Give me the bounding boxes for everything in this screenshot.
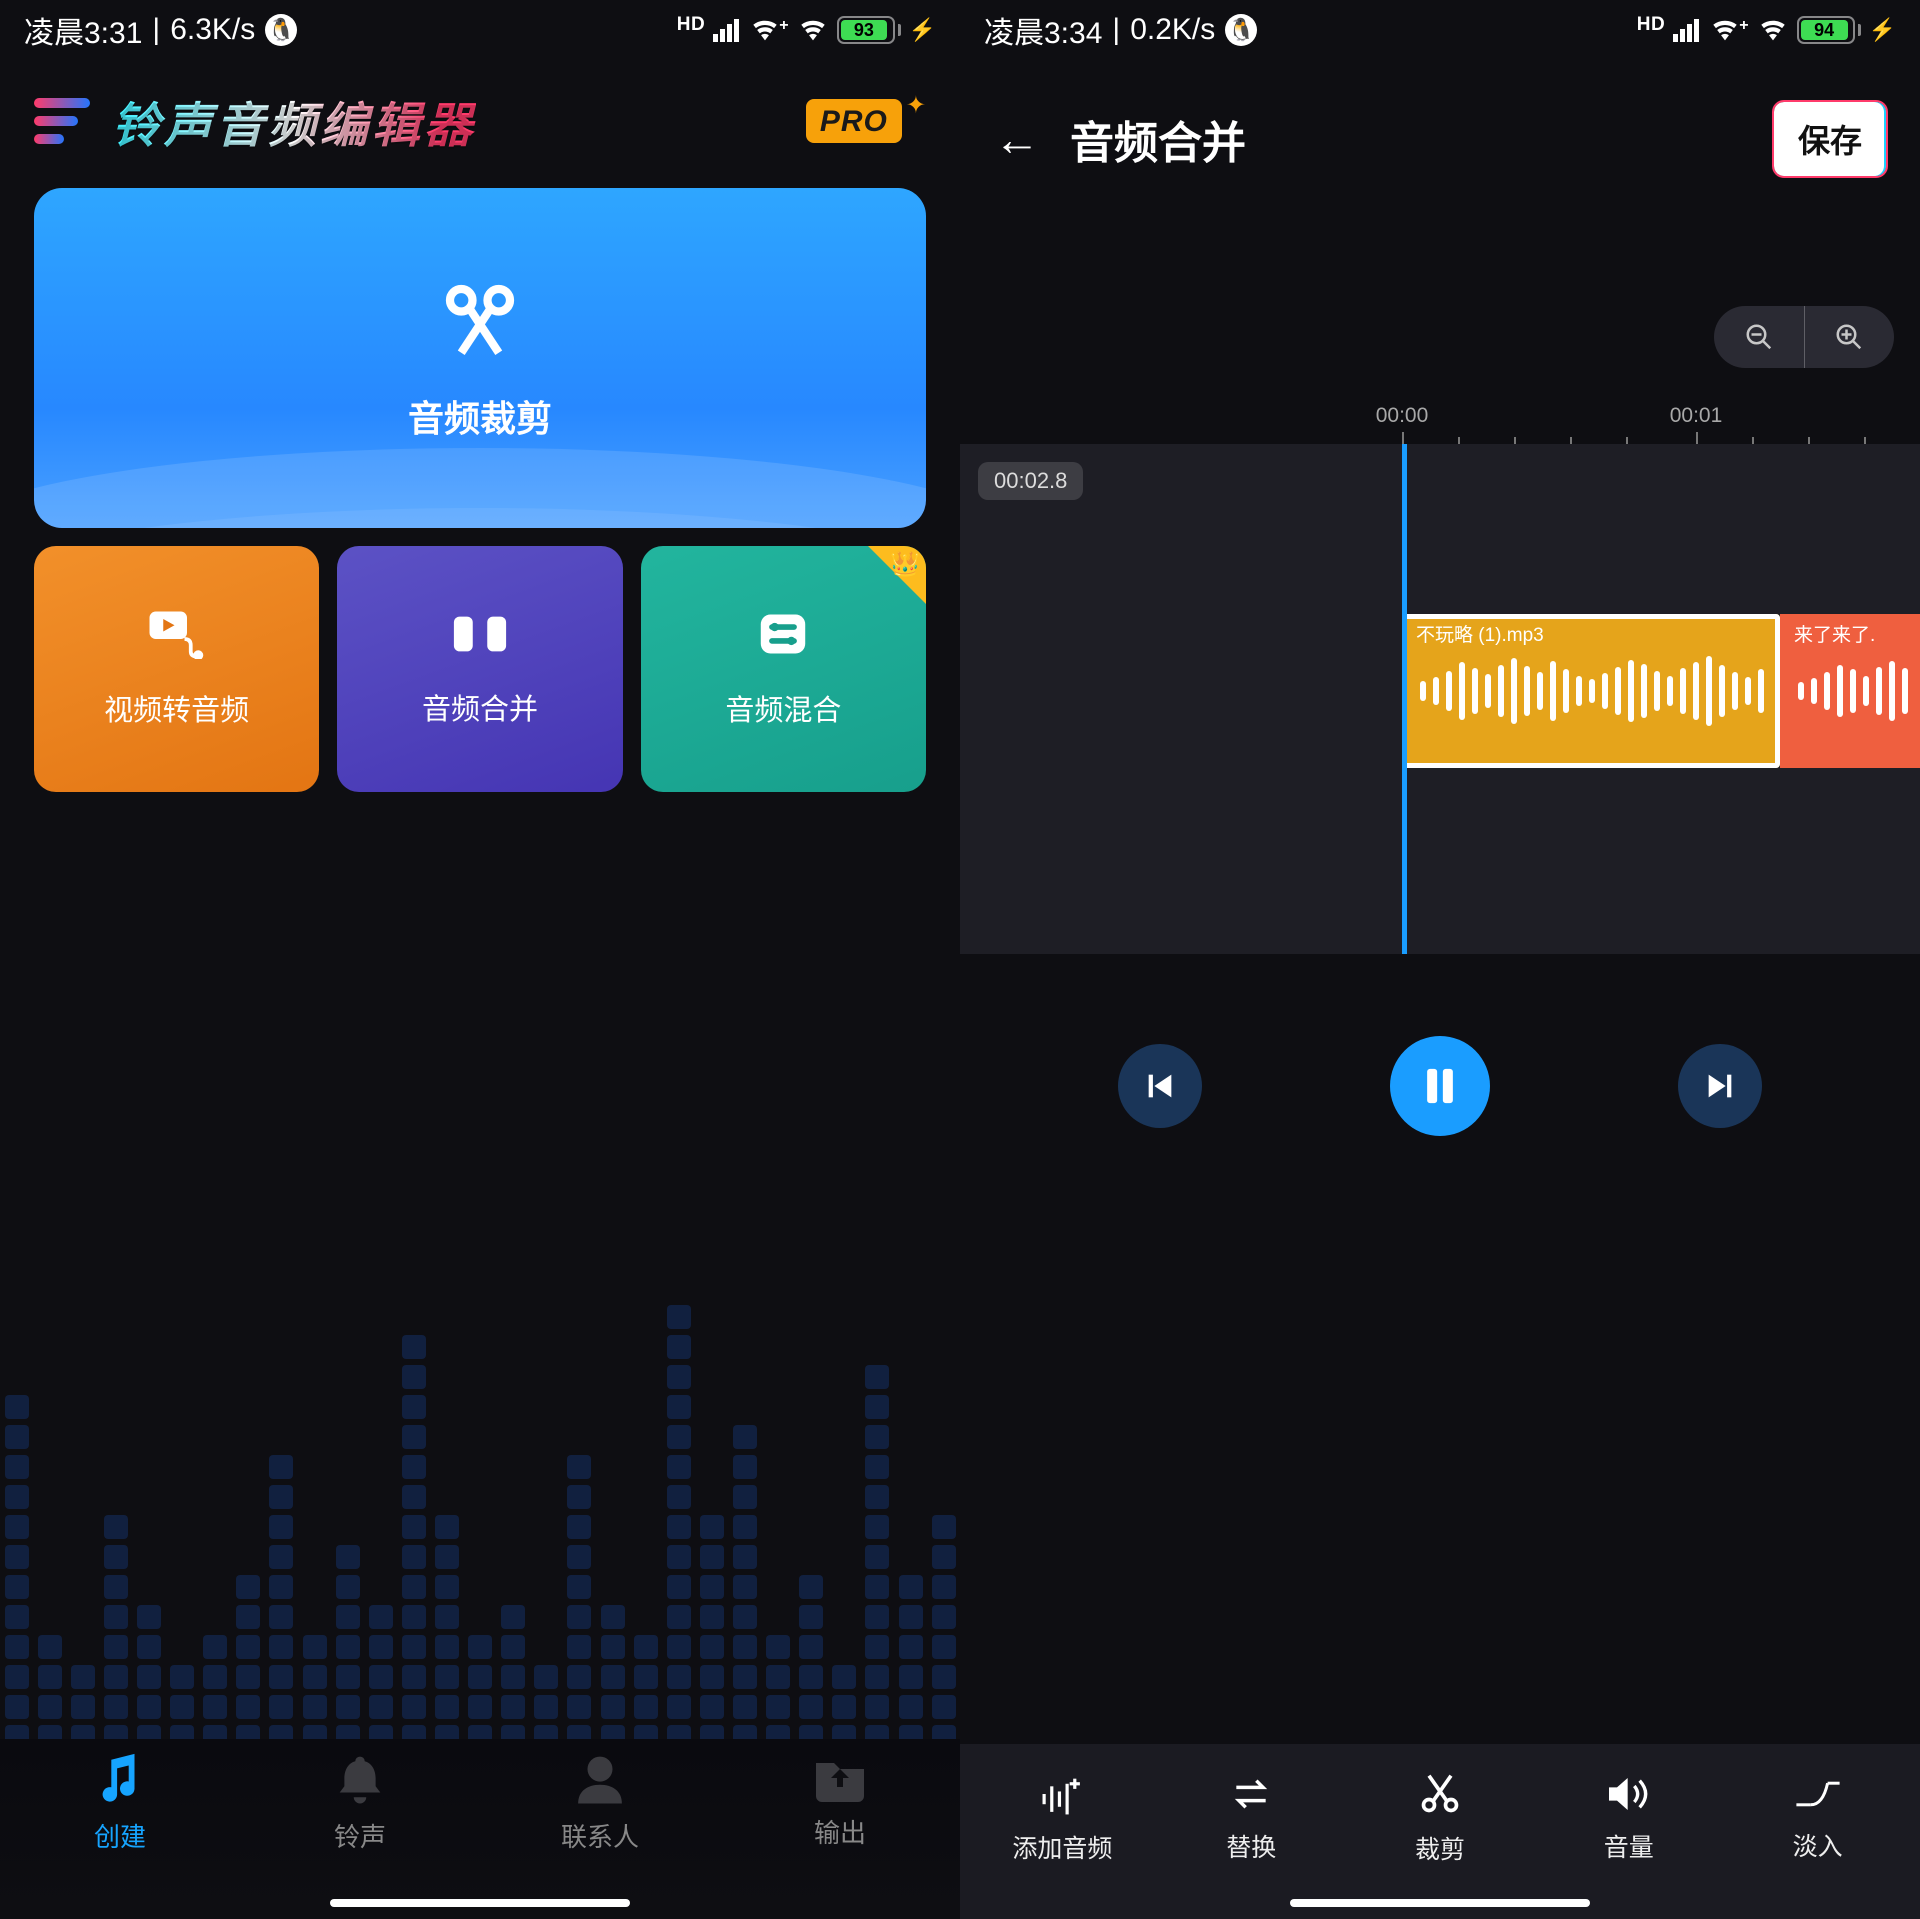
clip-filename: 不玩略 (1).mp3 — [1416, 620, 1544, 647]
waveform — [1798, 655, 1908, 727]
home-indicator[interactable] — [330, 1899, 630, 1907]
hd-badge: HD — [677, 14, 705, 36]
video-to-audio-card[interactable]: 视频转音频 — [34, 546, 319, 792]
charging-icon: ⚡ — [909, 17, 936, 43]
tool-fade-in[interactable]: 淡入 — [1723, 1744, 1912, 1893]
battery-indicator: 93 — [837, 16, 901, 44]
signal-icon — [713, 18, 741, 42]
bottom-nav: 创建 铃声 联系人 输出 — [0, 1739, 960, 1919]
save-button[interactable]: 保存 — [1774, 102, 1886, 176]
waveform — [1420, 655, 1764, 727]
audio-clip-2[interactable]: 来了来了. — [1780, 614, 1920, 768]
tool-volume[interactable]: 音量 — [1534, 1744, 1723, 1893]
home-indicator[interactable] — [1290, 1899, 1590, 1907]
folder-up-icon — [813, 1753, 867, 1803]
feature-cards: 视频转音频 音频合并 音频混合 — [34, 546, 926, 792]
nav-contacts[interactable]: 联系人 — [480, 1753, 720, 1919]
charging-icon: ⚡ — [1869, 17, 1896, 43]
hd-badge: HD — [1637, 14, 1665, 36]
merge-icon — [451, 610, 509, 658]
status-bar: 凌晨3:34 | 0.2K/s 🐧 HD + 94 ⚡ — [960, 0, 1920, 56]
audio-trim-card[interactable]: 音频裁剪 — [34, 188, 926, 528]
pause-button[interactable] — [1390, 1036, 1490, 1136]
zoom-out-button[interactable] — [1714, 306, 1804, 368]
audio-trim-label: 音频裁剪 — [408, 390, 552, 442]
wifi-icon-2 — [797, 17, 829, 43]
card-label: 音频混合 — [725, 687, 841, 729]
skip-back-button[interactable] — [1118, 1044, 1202, 1128]
nav-create[interactable]: 创建 — [0, 1753, 240, 1919]
wifi-icon: + — [1709, 17, 1748, 43]
music-note-icon — [91, 1753, 149, 1807]
scissors-icon — [435, 274, 525, 364]
card-label: 音频合并 — [422, 686, 538, 728]
battery-indicator: 94 — [1797, 16, 1861, 44]
tool-trim[interactable]: 裁剪 — [1346, 1744, 1535, 1893]
status-time: 凌晨3:31 — [24, 8, 142, 52]
nav-output[interactable]: 输出 — [720, 1753, 960, 1919]
tool-replace[interactable]: 替换 — [1157, 1744, 1346, 1893]
tool-add-audio[interactable]: 添加音频 — [968, 1744, 1157, 1893]
audio-clip-1[interactable]: 不玩略 (1).mp3 — [1402, 614, 1780, 768]
add-audio-icon — [1039, 1773, 1085, 1815]
editor-toolbar: 添加音频 替换 裁剪 音量 — [960, 1744, 1920, 1919]
mix-icon — [755, 609, 811, 659]
net-speed: 0.2K/s — [1130, 13, 1215, 47]
audio-mix-card[interactable]: 音频混合 — [641, 546, 926, 792]
wifi-icon: + — [749, 17, 788, 43]
home-screen: 凌晨3:31 | 6.3K/s 🐧 HD + 93 ⚡ 铃声 — [0, 0, 960, 1919]
timeline-ruler: 00:00 00:01 — [960, 402, 1920, 444]
timeline[interactable]: 00:02.8 不玩略 (1).mp3 来了来了. — [960, 444, 1920, 954]
card-label: 视频转音频 — [104, 687, 249, 729]
editor-screen: 凌晨3:34 | 0.2K/s 🐧 HD + 94 ⚡ ← 音 — [960, 0, 1920, 1919]
qq-icon: 🐧 — [1225, 14, 1257, 46]
pro-badge[interactable]: PRO ✦ — [806, 99, 926, 143]
net-speed: 6.3K/s — [170, 13, 255, 47]
equalizer-decoration — [0, 1229, 960, 1749]
status-bar: 凌晨3:31 | 6.3K/s 🐧 HD + 93 ⚡ — [0, 0, 960, 56]
crown-icon — [868, 546, 926, 604]
zoom-in-button[interactable] — [1804, 306, 1895, 368]
playback-controls — [960, 954, 1920, 1136]
scrub-time-badge: 00:02.8 — [978, 462, 1083, 500]
replace-icon — [1228, 1774, 1274, 1814]
qq-icon: 🐧 — [265, 14, 297, 46]
person-icon — [575, 1753, 625, 1807]
menu-icon[interactable] — [34, 98, 90, 144]
audio-track: 不玩略 (1).mp3 来了来了. — [960, 614, 1920, 768]
clip-filename: 来了来了. — [1794, 620, 1875, 647]
wifi-icon-2 — [1757, 17, 1789, 43]
editor-title: 音频合并 — [1070, 107, 1246, 171]
status-time: 凌晨3:34 — [984, 8, 1102, 52]
zoom-control — [1714, 306, 1894, 368]
scissors-icon — [1418, 1772, 1462, 1816]
app-header: 铃声音频编辑器 PRO ✦ — [0, 56, 960, 182]
nav-ringtone[interactable]: 铃声 — [240, 1753, 480, 1919]
video-audio-icon — [147, 609, 207, 659]
audio-merge-card[interactable]: 音频合并 — [337, 546, 622, 792]
fade-in-icon — [1794, 1775, 1842, 1813]
bell-icon — [335, 1753, 385, 1807]
skip-forward-button[interactable] — [1678, 1044, 1762, 1128]
volume-icon — [1606, 1774, 1652, 1814]
signal-icon — [1673, 18, 1701, 42]
app-title: 铃声音频编辑器 — [112, 86, 476, 156]
editor-header: ← 音频合并 保存 — [960, 56, 1920, 204]
back-button[interactable]: ← — [994, 116, 1040, 162]
